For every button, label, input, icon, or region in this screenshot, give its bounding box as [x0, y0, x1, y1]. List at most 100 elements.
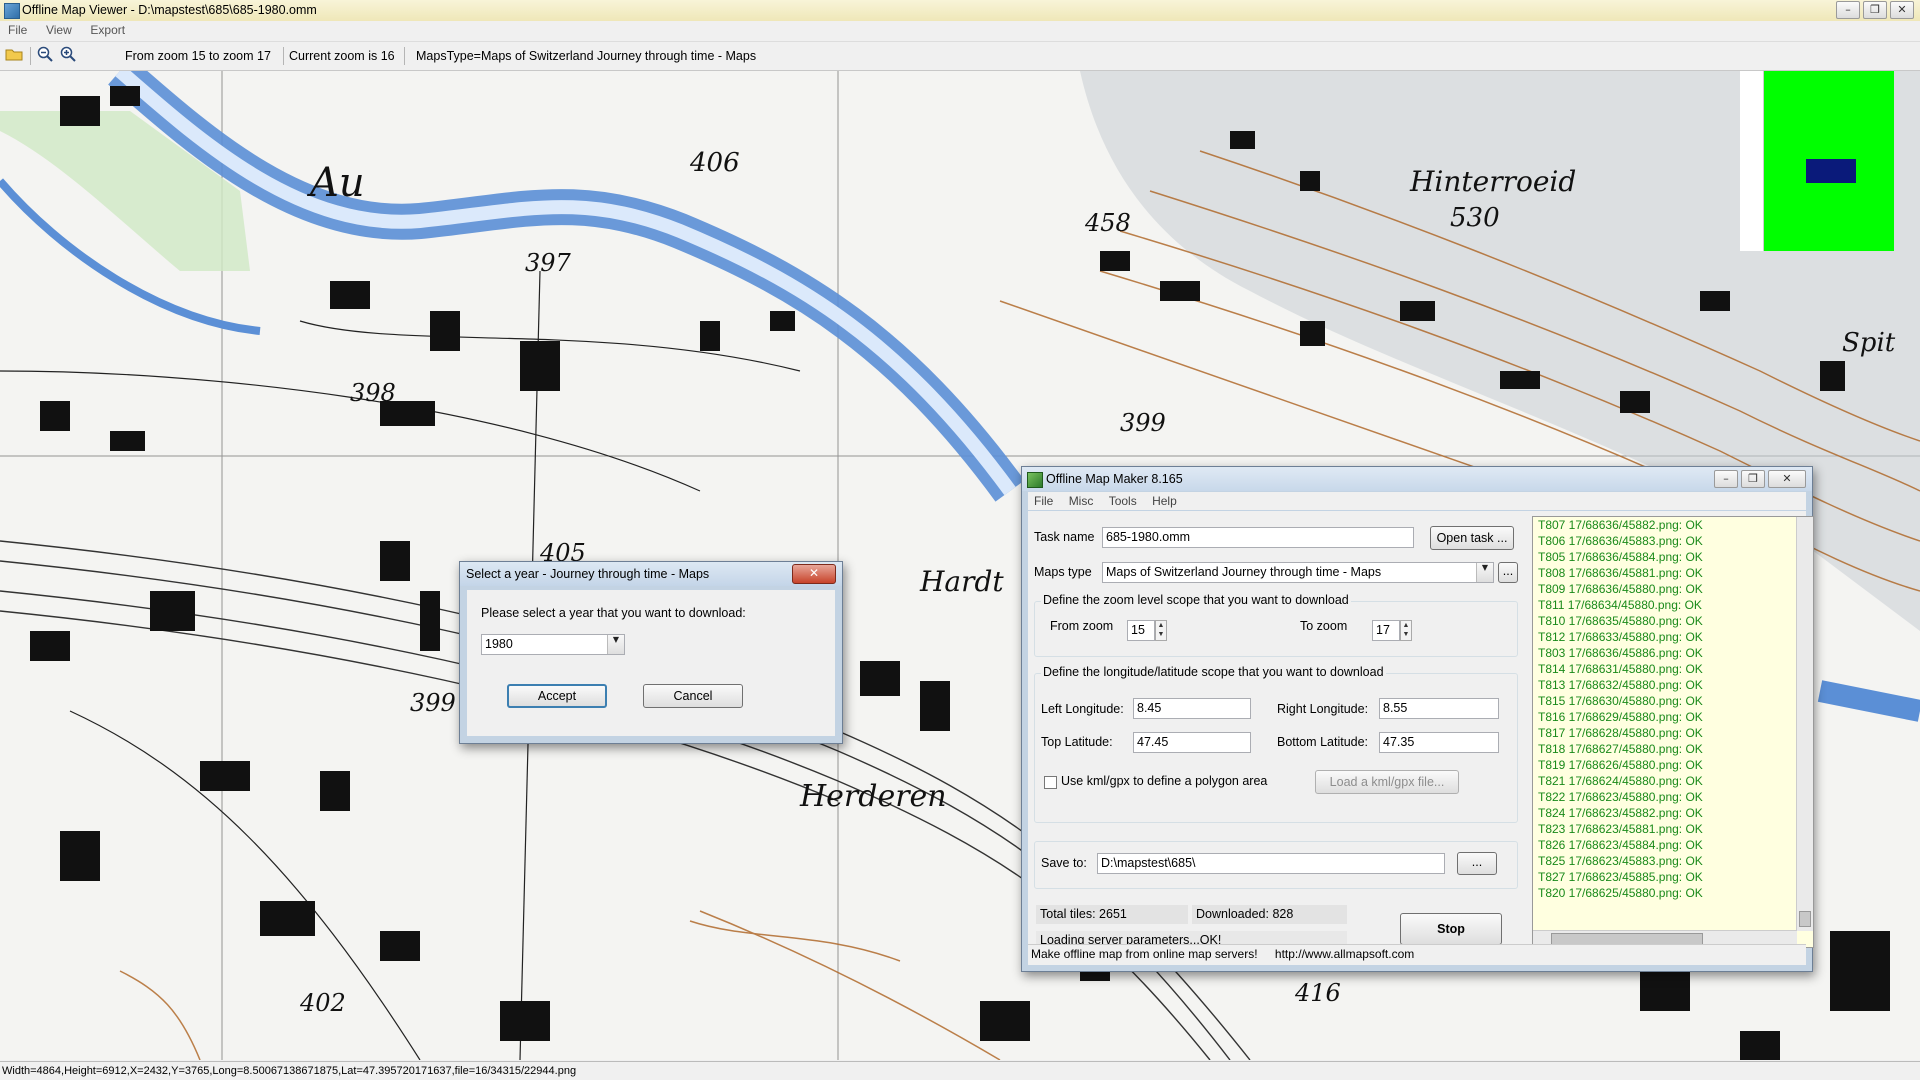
toolbar: From zoom 15 to zoom 17 Current zoom is … [0, 42, 1920, 71]
kml-checkbox[interactable] [1044, 776, 1057, 789]
svg-text:Hinterroeid: Hinterroeid [1409, 165, 1576, 198]
log-line: T827 17/68623/45885.png: OK [1538, 870, 1703, 884]
omm-app-icon [1027, 472, 1043, 488]
stop-button[interactable]: Stop [1400, 913, 1502, 945]
from-zoom-input[interactable]: 15 [1127, 620, 1155, 641]
omm-minimize-button[interactable]: – [1714, 470, 1738, 488]
chevron-down-icon[interactable]: ▼ [1476, 563, 1493, 582]
kml-checkbox-label: Use kml/gpx to define a polygon area [1061, 774, 1268, 788]
dialog-close-button[interactable]: ✕ [792, 564, 836, 584]
right-longitude-input[interactable]: 8.55 [1379, 698, 1499, 719]
maps-type-value: Maps of Switzerland Journey through time… [1106, 565, 1382, 579]
year-select[interactable]: 1980 ▼ [481, 634, 625, 655]
open-folder-icon[interactable] [4, 46, 24, 66]
bottom-latitude-label: Bottom Latitude: [1277, 735, 1369, 749]
download-log[interactable]: T807 17/68636/45882.png: OK T806 17/68636… [1532, 516, 1814, 948]
omm-menu-misc[interactable]: Misc [1063, 492, 1100, 508]
top-latitude-label: Top Latitude: [1041, 735, 1113, 749]
svg-text:Spit: Spit [1842, 328, 1896, 358]
cancel-button[interactable]: Cancel [643, 684, 743, 708]
menu-export[interactable]: Export [82, 21, 132, 37]
log-line: T809 17/68636/45880.png: OK [1538, 582, 1703, 596]
to-zoom-input[interactable]: 17 [1372, 620, 1400, 641]
status-bar: Width=4864,Height=6912,X=2432,Y=3765,Lon… [0, 1061, 1920, 1080]
log-line: T813 17/68632/45880.png: OK [1538, 678, 1703, 692]
open-task-button[interactable]: Open task ... [1430, 526, 1514, 550]
log-line: T807 17/68636/45882.png: OK [1538, 518, 1703, 532]
log-line: T817 17/68628/45880.png: OK [1538, 726, 1703, 740]
save-to-input[interactable]: D:\mapstest\685\ [1097, 853, 1445, 874]
svg-text:Hardt: Hardt [919, 565, 1004, 598]
omm-menu-bar: File Misc Tools Help [1028, 492, 1806, 510]
omm-menu-help[interactable]: Help [1146, 492, 1183, 508]
menu-file[interactable]: File [0, 21, 34, 37]
zoom-group: Define the zoom level scope that you wan… [1034, 593, 1518, 657]
save-to-group: Save to: D:\mapstest\685\ ... [1034, 841, 1518, 889]
maps-type-more-button[interactable]: ... [1498, 562, 1518, 583]
omm-status-strip: Make offline map from online map servers… [1028, 944, 1806, 965]
zoom-range-status: From zoom 15 to zoom 17 [125, 49, 271, 63]
omm-menu-file[interactable]: File [1028, 492, 1059, 508]
zoom-out-icon[interactable] [35, 46, 55, 66]
omm-body: Task name 685-1980.omm Open task ... Map… [1028, 511, 1814, 965]
log-line: T812 17/68633/45880.png: OK [1538, 630, 1703, 644]
zoom-in-icon[interactable] [58, 46, 78, 66]
omm-footer-text: Make offline map from online map servers… [1031, 947, 1258, 961]
log-line: T825 17/68623/45883.png: OK [1538, 854, 1703, 868]
svg-text:399: 399 [410, 689, 456, 717]
log-scroll-thumb[interactable] [1799, 911, 1811, 927]
svg-text:402: 402 [299, 989, 346, 1017]
log-line: T824 17/68623/45882.png: OK [1538, 806, 1703, 820]
log-line: T815 17/68630/45880.png: OK [1538, 694, 1703, 708]
log-line: T808 17/68636/45881.png: OK [1538, 566, 1703, 580]
title-bar: Offline Map Viewer - D:\mapstest\685\685… [0, 0, 1920, 22]
task-name-input[interactable]: 685-1980.omm [1102, 527, 1414, 548]
log-line: T805 17/68636/45884.png: OK [1538, 550, 1703, 564]
offline-map-maker-window: Offline Map Maker 8.165 – ❐ ✕ File Misc … [1021, 466, 1814, 972]
omm-maximize-button[interactable]: ❐ [1741, 470, 1765, 488]
log-line: T823 17/68623/45881.png: OK [1538, 822, 1703, 836]
minimize-button[interactable]: – [1836, 1, 1860, 19]
log-line: T819 17/68626/45880.png: OK [1538, 758, 1703, 772]
svg-text:398: 398 [350, 379, 396, 407]
minimap-viewport[interactable] [1806, 159, 1856, 183]
current-zoom-status: Current zoom is 16 [289, 49, 395, 63]
to-zoom-stepper[interactable]: ▲ ▼ [1400, 620, 1412, 641]
omm-menu-tools[interactable]: Tools [1103, 492, 1143, 508]
omm-close-button[interactable]: ✕ [1768, 470, 1806, 488]
zoom-group-title: Define the zoom level scope that you wan… [1041, 593, 1351, 607]
log-line: T818 17/68627/45880.png: OK [1538, 742, 1703, 756]
log-line: T803 17/68636/45886.png: OK [1538, 646, 1703, 660]
allmapsoft-link[interactable]: http://www.allmapsoft.com [1275, 947, 1414, 961]
maximize-button[interactable]: ❐ [1863, 1, 1887, 19]
load-kml-button[interactable]: Load a kml/gpx file... [1315, 770, 1459, 794]
bottom-latitude-input[interactable]: 47.35 [1379, 732, 1499, 753]
log-line: T820 17/68625/45880.png: OK [1538, 886, 1703, 900]
chevron-down-icon[interactable]: ▼ [607, 635, 624, 654]
log-line: T822 17/68623/45880.png: OK [1538, 790, 1703, 804]
svg-text:399: 399 [1120, 409, 1166, 437]
svg-text:Herderen: Herderen [799, 779, 947, 814]
lonlat-group-title: Define the longitude/latitude scope that… [1041, 665, 1386, 679]
menu-bar: File View Export [0, 21, 1920, 42]
close-button[interactable]: ✕ [1890, 1, 1914, 19]
maps-type-label: Maps type [1034, 565, 1092, 579]
log-line: T816 17/68629/45880.png: OK [1538, 710, 1703, 724]
app-icon [4, 3, 20, 19]
task-name-label: Task name [1034, 530, 1095, 544]
left-longitude-input[interactable]: 8.45 [1133, 698, 1251, 719]
svg-text:530: 530 [1450, 203, 1500, 233]
from-zoom-stepper[interactable]: ▲ ▼ [1155, 620, 1167, 641]
log-lines: T807 17/68636/45882.png: OK T806 17/68636… [1533, 517, 1813, 901]
overview-minimap[interactable] [1763, 71, 1894, 251]
right-longitude-label: Right Longitude: [1277, 702, 1369, 716]
menu-view[interactable]: View [38, 21, 79, 37]
top-latitude-input[interactable]: 47.45 [1133, 732, 1251, 753]
log-line: T811 17/68634/45880.png: OK [1538, 598, 1702, 612]
dialog-title: Select a year - Journey through time - M… [460, 562, 842, 586]
log-vertical-scrollbar[interactable] [1796, 517, 1813, 931]
select-year-dialog: Select a year - Journey through time - M… [459, 561, 843, 744]
browse-folder-button[interactable]: ... [1457, 852, 1497, 875]
maps-type-select[interactable]: Maps of Switzerland Journey through time… [1102, 562, 1494, 583]
accept-button[interactable]: Accept [507, 684, 607, 708]
